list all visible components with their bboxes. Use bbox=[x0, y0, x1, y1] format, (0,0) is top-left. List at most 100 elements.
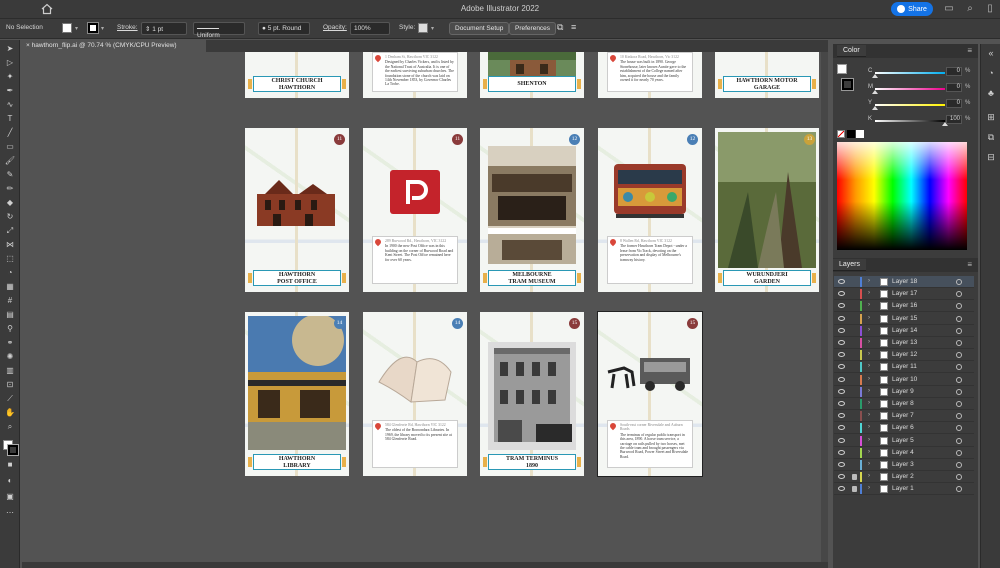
style-dropdown-icon[interactable]: ▾ bbox=[431, 25, 434, 32]
expand-caret-icon[interactable]: › bbox=[868, 400, 870, 406]
layer-row[interactable]: › Layer 7 bbox=[834, 410, 974, 423]
home-icon[interactable] bbox=[41, 3, 53, 15]
visibility-eye-icon[interactable] bbox=[838, 449, 845, 455]
layer-name[interactable]: Layer 10 bbox=[892, 376, 917, 383]
tab-color[interactable]: Color bbox=[837, 45, 866, 57]
layer-name[interactable]: Layer 9 bbox=[892, 388, 914, 395]
layer-target-icon[interactable] bbox=[956, 449, 962, 456]
layers-panel-menu-icon[interactable]: ≡ bbox=[967, 260, 972, 269]
layer-row[interactable]: › Layer 1 bbox=[834, 483, 974, 496]
expand-caret-icon[interactable]: › bbox=[868, 376, 870, 382]
arrange-icon[interactable]: ⧉ bbox=[557, 22, 563, 33]
card-motor-garage[interactable]: HAWTHORN MOTOR GARAGE bbox=[715, 52, 819, 98]
selection-tool-icon[interactable]: ➤ bbox=[4, 44, 16, 54]
layer-name[interactable]: Layer 12 bbox=[892, 351, 917, 358]
expand-caret-icon[interactable]: › bbox=[868, 339, 870, 345]
layer-target-icon[interactable] bbox=[956, 413, 962, 420]
screen-mode-icon[interactable]: ▣ bbox=[4, 492, 16, 502]
expand-caret-icon[interactable]: › bbox=[868, 473, 870, 479]
layer-name[interactable]: Layer 7 bbox=[892, 412, 914, 419]
expand-caret-icon[interactable]: › bbox=[868, 302, 870, 308]
arrange-documents-icon[interactable]: ▭ bbox=[943, 3, 955, 15]
card-post-office-back[interactable]: 11 289 Burwood Rd., Hawthorn, VIC 3122 In… bbox=[363, 128, 467, 292]
workspace-switcher-icon[interactable]: ▯ bbox=[984, 3, 996, 15]
visibility-eye-icon[interactable] bbox=[838, 462, 845, 467]
card-wurundjeri-garden[interactable]: 13 WURUNDJERI GARDEN bbox=[715, 128, 819, 292]
edit-toolbar-icon[interactable]: ⋯ bbox=[4, 508, 16, 518]
black-swatch-icon[interactable] bbox=[847, 130, 855, 138]
layer-name[interactable]: Layer 8 bbox=[892, 400, 914, 407]
layer-name[interactable]: Layer 5 bbox=[892, 437, 914, 444]
tab-close-icon[interactable]: × bbox=[26, 42, 30, 49]
expand-caret-icon[interactable]: › bbox=[868, 290, 870, 296]
layer-row[interactable]: › Layer 15 bbox=[834, 313, 974, 325]
card-tram-museum-back[interactable]: 12 8 Wallen Rd, Hawthorn VIC 3122 The for… bbox=[598, 128, 702, 292]
draw-mode-icon[interactable]: ◐ bbox=[4, 476, 16, 486]
layer-row[interactable]: › Layer 2 bbox=[834, 471, 974, 484]
stroke-swatch[interactable] bbox=[87, 22, 99, 34]
expand-caret-icon[interactable]: › bbox=[868, 327, 870, 333]
layer-row[interactable]: › Layer 9 bbox=[834, 386, 974, 398]
stroke-color-icon[interactable] bbox=[7, 444, 19, 456]
stroke-dropdown-icon[interactable]: ▾ bbox=[101, 25, 104, 32]
visibility-eye-icon[interactable] bbox=[838, 303, 845, 309]
layer-name[interactable]: Layer 18 bbox=[892, 278, 917, 285]
layer-target-icon[interactable] bbox=[956, 425, 962, 432]
none-swatch-icon[interactable] bbox=[837, 130, 845, 138]
color-guide-icon[interactable]: ◔ bbox=[986, 68, 996, 78]
visibility-eye-icon[interactable] bbox=[838, 291, 845, 297]
cyan-slider-thumb[interactable] bbox=[872, 74, 878, 78]
card-christ-church[interactable]: CHRIST CHURCH HAWTHORN bbox=[245, 52, 349, 98]
expand-caret-icon[interactable]: › bbox=[868, 351, 870, 357]
tab-layers[interactable]: Layers bbox=[833, 259, 867, 271]
visibility-eye-icon[interactable] bbox=[838, 413, 845, 419]
layer-row[interactable]: › Layer 10 bbox=[834, 374, 974, 386]
layer-name[interactable]: Layer 15 bbox=[892, 315, 917, 322]
layer-name[interactable]: Layer 4 bbox=[892, 449, 914, 456]
layer-target-icon[interactable] bbox=[956, 364, 962, 371]
shaper-tool-icon[interactable]: ✎ bbox=[4, 170, 16, 180]
visibility-eye-icon[interactable] bbox=[838, 437, 845, 443]
card-tram-terminus[interactable]: 15 TRAM TERMINUS 1890 bbox=[480, 312, 584, 476]
expand-caret-icon[interactable]: › bbox=[868, 449, 870, 455]
layer-row[interactable]: › Layer 14 bbox=[834, 325, 974, 337]
document-tab[interactable]: × hawthorn_flip.ai @ 70.74 % (CMYK/CPU P… bbox=[22, 40, 206, 52]
yellow-field[interactable]: 0 bbox=[946, 99, 962, 108]
layer-name[interactable]: Layer 3 bbox=[892, 461, 914, 468]
blend-tool-icon[interactable]: ⚭ bbox=[4, 338, 16, 348]
visibility-eye-icon[interactable] bbox=[838, 376, 845, 382]
card-tram-terminus-back[interactable]: 15 South-east corner Riversdale and Aubu… bbox=[597, 311, 703, 477]
canvas-vertical-scrollbar[interactable] bbox=[821, 52, 828, 562]
pencil-tool-icon[interactable]: ✏ bbox=[4, 184, 16, 194]
layer-name[interactable]: Layer 17 bbox=[892, 290, 917, 297]
visibility-eye-icon[interactable] bbox=[838, 474, 845, 480]
layer-row[interactable]: › Layer 6 bbox=[834, 422, 974, 435]
layer-target-icon[interactable] bbox=[956, 291, 962, 298]
layer-row[interactable]: › Layer 8 bbox=[834, 398, 974, 410]
rotate-tool-icon[interactable]: ↻ bbox=[4, 212, 16, 222]
properties-panel-icon[interactable]: ⊞ bbox=[986, 112, 996, 122]
mesh-tool-icon[interactable]: # bbox=[4, 296, 16, 306]
magenta-slider[interactable] bbox=[872, 88, 945, 94]
fill-swatch[interactable] bbox=[62, 23, 72, 33]
document-setup-button[interactable]: Document Setup bbox=[449, 22, 510, 35]
zoom-tool-icon[interactable]: ⌕ bbox=[4, 422, 16, 432]
layer-name[interactable]: Layer 14 bbox=[892, 327, 917, 334]
black-field[interactable]: 100 bbox=[946, 115, 962, 124]
card-christ-church-back[interactable]: 1 Denham St, Hawthorn VIC 3122 Designed b… bbox=[363, 52, 467, 98]
libraries-panel-icon[interactable]: ⧉ bbox=[986, 132, 996, 142]
expand-caret-icon[interactable]: › bbox=[868, 315, 870, 321]
shape-builder-tool-icon[interactable]: ◔ bbox=[4, 268, 16, 278]
width-tool-icon[interactable]: ⋈ bbox=[4, 240, 16, 250]
layer-name[interactable]: Layer 2 bbox=[892, 473, 914, 480]
direct-selection-tool-icon[interactable]: ▷ bbox=[4, 58, 16, 68]
layer-row[interactable]: › Layer 13 bbox=[834, 337, 974, 349]
expand-caret-icon[interactable]: › bbox=[868, 437, 870, 443]
collapse-panels-icon[interactable]: « bbox=[986, 48, 996, 58]
slice-tool-icon[interactable]: ⟋ bbox=[4, 394, 16, 404]
layer-target-icon[interactable] bbox=[956, 327, 962, 334]
layer-row[interactable]: › Layer 5 bbox=[834, 435, 974, 447]
graph-tool-icon[interactable]: ▥ bbox=[4, 366, 16, 376]
eraser-tool-icon[interactable]: ◆ bbox=[4, 198, 16, 208]
lock-icon[interactable] bbox=[852, 474, 857, 481]
